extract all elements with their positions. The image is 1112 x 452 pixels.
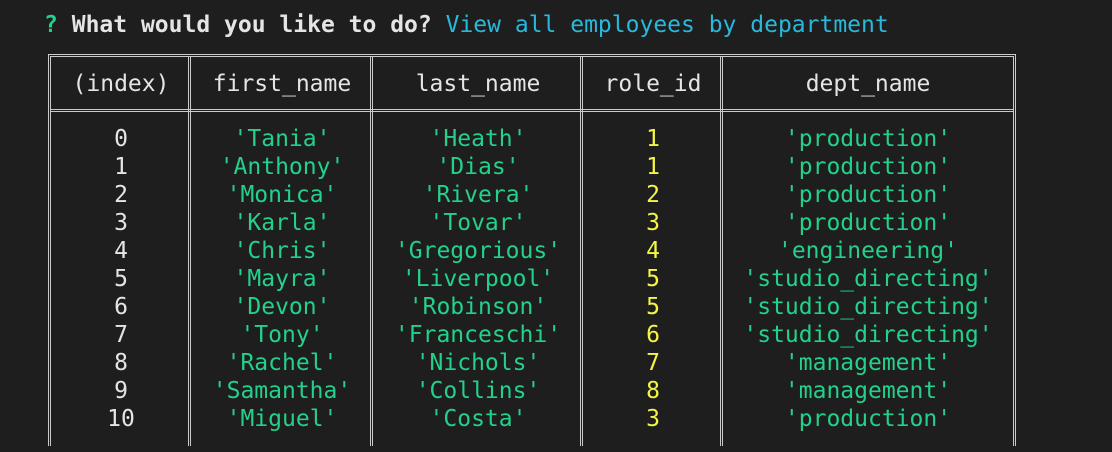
cell-last-name: 'Robinson' [408, 294, 548, 320]
table-row: 10 'Miguel' 'Costa' 3 'production' [51, 405, 1013, 433]
cell-index: 7 [114, 322, 128, 348]
cell-role-id: 8 [646, 378, 660, 404]
table-row: 8 'Rachel' 'Nichols' 7 'management' [51, 349, 1013, 377]
cell-dept-name: 'production' [784, 210, 952, 236]
table-row: 4 'Chris' 'Gregorious' 4 'engineering' [51, 237, 1013, 265]
cell-role-id: 4 [646, 238, 660, 264]
cell-role-id: 7 [646, 350, 660, 376]
table-row: 5 'Mayra' 'Liverpool' 5 'studio_directing' [51, 265, 1013, 293]
header-dept-name: dept_name [805, 71, 931, 97]
header-index: (index) [72, 71, 170, 97]
cell-first-name: 'Tania' [233, 126, 331, 152]
cell-last-name: 'Collins' [415, 378, 541, 404]
cell-dept-name: 'management' [784, 378, 952, 404]
table-row: 6 'Devon' 'Robinson' 5 'studio_directing' [51, 293, 1013, 321]
cell-index: 3 [114, 210, 128, 236]
cell-dept-name: 'production' [784, 154, 952, 180]
cell-first-name: 'Samantha' [212, 378, 352, 404]
terminal-prompt: ? What would you like to do? View all em… [44, 8, 889, 42]
cell-role-id: 5 [646, 294, 660, 320]
header-last-name: last_name [415, 71, 541, 97]
cell-index: 0 [114, 126, 128, 152]
cell-dept-name: 'management' [784, 350, 952, 376]
cell-role-id: 1 [646, 154, 660, 180]
cell-role-id: 1 [646, 126, 660, 152]
prompt-answer: View all employees by department [445, 12, 889, 38]
cell-dept-name: 'studio_directing' [743, 294, 993, 320]
cell-role-id: 6 [646, 322, 660, 348]
table-row: 3 'Karla' 'Tovar' 3 'production' [51, 209, 1013, 237]
cell-dept-name: 'production' [784, 126, 952, 152]
cell-index: 10 [107, 406, 135, 432]
table-body: 0 'Tania' 'Heath' 1 'production' 1 'Anthony' 'D… [51, 125, 1013, 433]
cell-index: 1 [114, 154, 128, 180]
cell-index: 9 [114, 378, 128, 404]
cell-first-name: 'Rachel' [226, 350, 338, 376]
cell-dept-name: 'production' [784, 182, 952, 208]
cell-first-name: 'Miguel' [226, 406, 338, 432]
cell-last-name: 'Rivera' [422, 182, 534, 208]
cell-index: 2 [114, 182, 128, 208]
cell-first-name: 'Monica' [226, 182, 338, 208]
cell-index: 4 [114, 238, 128, 264]
cell-last-name: 'Heath' [429, 126, 527, 152]
cell-first-name: 'Mayra' [233, 266, 331, 292]
cell-index: 8 [114, 350, 128, 376]
cell-first-name: 'Devon' [233, 294, 331, 320]
question-mark: ? [44, 12, 58, 38]
cell-role-id: 5 [646, 266, 660, 292]
table-row: 9 'Samantha' 'Collins' 8 'management' [51, 377, 1013, 405]
cell-last-name: 'Costa' [429, 406, 527, 432]
table-row: 2 'Monica' 'Rivera' 2 'production' [51, 181, 1013, 209]
cell-role-id: 3 [646, 210, 660, 236]
header-role-id: role_id [604, 71, 702, 97]
cell-index: 5 [114, 266, 128, 292]
table-header-row: (index) first_name last_name role_id dep… [51, 57, 1013, 111]
cell-last-name: 'Dias' [436, 154, 520, 180]
cell-role-id: 3 [646, 406, 660, 432]
cell-last-name: 'Nichols' [415, 350, 541, 376]
cell-dept-name: 'production' [784, 406, 952, 432]
cell-dept-name: 'studio_directing' [743, 322, 993, 348]
cell-first-name: 'Tony' [240, 322, 324, 348]
employees-table: (index) first_name last_name role_id dep… [48, 54, 1016, 446]
cell-last-name: 'Gregorious' [394, 238, 562, 264]
cell-last-name: 'Tovar' [429, 210, 527, 236]
cell-index: 6 [114, 294, 128, 320]
cell-first-name: 'Karla' [233, 210, 331, 236]
cell-dept-name: 'studio_directing' [743, 266, 993, 292]
table-row: 7 'Tony' 'Franceschi' 6 'studio_directing' [51, 321, 1013, 349]
table-row: 0 'Tania' 'Heath' 1 'production' [51, 125, 1013, 153]
header-first-name: first_name [212, 71, 352, 97]
cell-last-name: 'Franceschi' [394, 322, 562, 348]
cell-dept-name: 'engineering' [777, 238, 958, 264]
cell-role-id: 2 [646, 182, 660, 208]
table-row: 1 'Anthony' 'Dias' 1 'production' [51, 153, 1013, 181]
cell-first-name: 'Chris' [233, 238, 331, 264]
prompt-question: What would you like to do? [71, 12, 432, 38]
cell-last-name: 'Liverpool' [401, 266, 555, 292]
cell-first-name: 'Anthony' [219, 154, 345, 180]
